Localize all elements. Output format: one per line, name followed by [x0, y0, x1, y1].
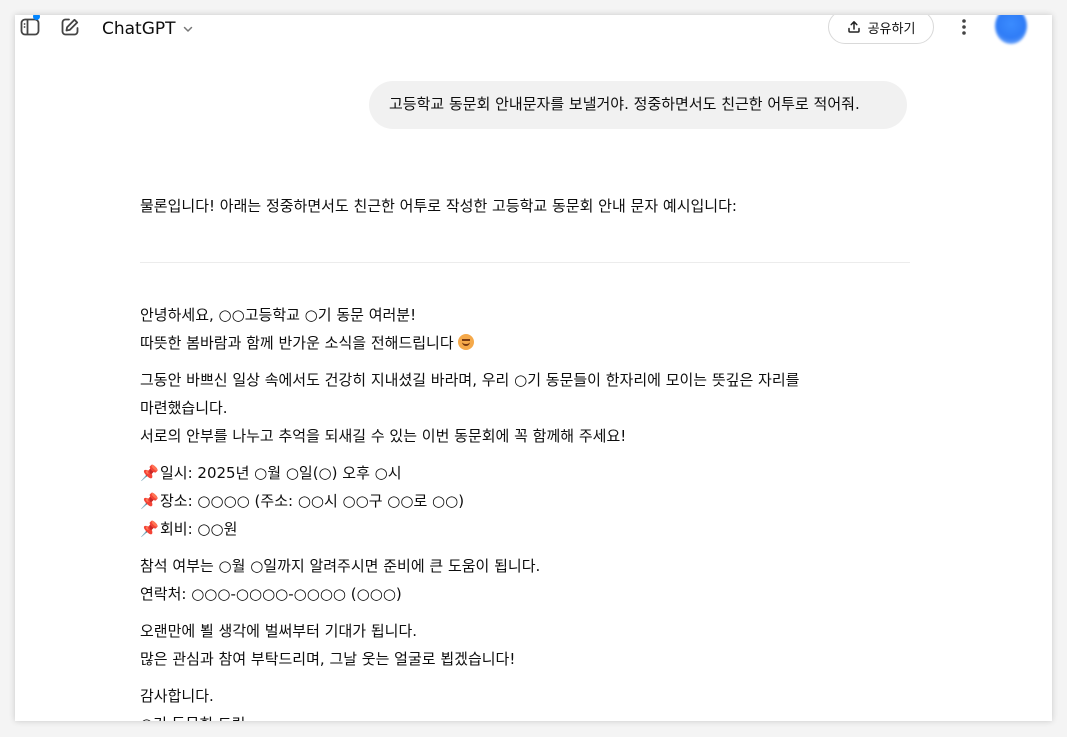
signoff-paragraph: 감사합니다. ○기 동문회 드림	[140, 682, 910, 721]
pushpin-icon: 📌	[140, 520, 159, 538]
share-button[interactable]: 공유하기	[828, 15, 934, 44]
greeting-line: 안녕하세요, ○○고등학교 ○기 동문 여러분!	[140, 306, 417, 324]
pushpin-icon: 📌	[140, 464, 159, 482]
rsvp-line: 참석 여부는 ○월 ○일까지 알려주시면 준비에 큰 도움이 됩니다.	[140, 557, 541, 575]
share-label: 공유하기	[867, 21, 916, 37]
detail-location: 장소: ○○○○ (주소: ○○시 ○○구 ○○로 ○○)	[160, 492, 465, 510]
rsvp-paragraph: 참석 여부는 ○월 ○일까지 알려주시면 준비에 큰 도움이 됩니다. 연락처:…	[140, 552, 910, 608]
user-avatar[interactable]	[995, 15, 1027, 44]
detail-line: 📌일시: 2025년 ○월 ○일(○) 오후 ○시	[140, 459, 910, 487]
detail-fee: 회비: ○○원	[160, 520, 238, 538]
share-icon	[847, 21, 860, 33]
sidebar-toggle-button[interactable]	[15, 15, 45, 42]
greeting-line: 따뜻한 봄바람과 함께 반가운 소식을 전해드립니다	[140, 329, 910, 357]
model-selector[interactable]: ChatGPT	[102, 15, 194, 43]
closing-line: 많은 관심과 참여 부탁드리며, 그날 웃는 얼굴로 뵙겠습니다!	[140, 650, 516, 668]
model-name: ChatGPT	[102, 19, 176, 39]
pushpin-icon: 📌	[140, 492, 159, 510]
smiling-face-icon	[457, 334, 474, 350]
new-chat-button[interactable]	[55, 15, 85, 42]
body-line: 마련했습니다.	[140, 399, 228, 417]
signoff-line: ○기 동문회 드림	[140, 710, 910, 721]
closing-paragraph: 오랜만에 뵐 생각에 벌써부터 기대가 됩니다. 많은 관심과 참여 부탁드리며…	[140, 617, 910, 673]
body-line: 그동안 바쁘신 일상 속에서도 건강히 지내셨길 바라며, 우리 ○기 동문들이…	[140, 371, 800, 389]
contact-line: 연락처: ○○○-○○○○-○○○○ (○○○)	[140, 585, 402, 603]
detail-line: 📌장소: ○○○○ (주소: ○○시 ○○구 ○○로 ○○)	[140, 487, 910, 515]
user-message-text: 고등학교 동문회 안내문자를 보낼거야. 정중하면서도 친근한 어투로 적어줘.	[389, 95, 860, 113]
chat-window: ChatGPT 공유하기 고등학교 동문회 안내문자를 보낼거야. 정중하면서도…	[15, 15, 1052, 721]
greeting-text: 따뜻한 봄바람과 함께 반가운 소식을 전해드립니다	[140, 334, 454, 352]
detail-line: 📌회비: ○○원	[140, 515, 910, 543]
user-message-bubble: 고등학교 동문회 안내문자를 보낼거야. 정중하면서도 친근한 어투로 적어줘.	[369, 81, 907, 129]
signoff-line: 감사합니다.	[140, 687, 214, 705]
details-paragraph: 📌일시: 2025년 ○월 ○일(○) 오후 ○시 📌장소: ○○○○ (주소:…	[140, 459, 910, 543]
body-line: 서로의 안부를 나누고 추억을 되새길 수 있는 이번 동문회에 꼭 함께해 주…	[140, 427, 627, 445]
assistant-intro: 물론입니다! 아래는 정중하면서도 친근한 어투로 작성한 고등학교 동문회 안…	[140, 197, 737, 215]
greeting-paragraph: 안녕하세요, ○○고등학교 ○기 동문 여러분! 따뜻한 봄바람과 함께 반가운…	[140, 301, 910, 357]
chevron-down-icon	[183, 26, 192, 32]
detail-date: 일시: 2025년 ○월 ○일(○) 오후 ○시	[160, 464, 402, 482]
assistant-message: 물론입니다! 아래는 정중하면서도 친근한 어투로 작성한 고등학교 동문회 안…	[140, 192, 910, 721]
body-paragraph: 그동안 바쁘신 일상 속에서도 건강히 지내셨길 바라며, 우리 ○기 동문들이…	[140, 366, 910, 450]
divider	[140, 262, 910, 263]
edit-icon	[61, 18, 79, 36]
kebab-menu-icon	[962, 19, 966, 35]
more-options-button[interactable]	[949, 15, 979, 42]
closing-line: 오랜만에 뵐 생각에 벌써부터 기대가 됩니다.	[140, 622, 418, 640]
